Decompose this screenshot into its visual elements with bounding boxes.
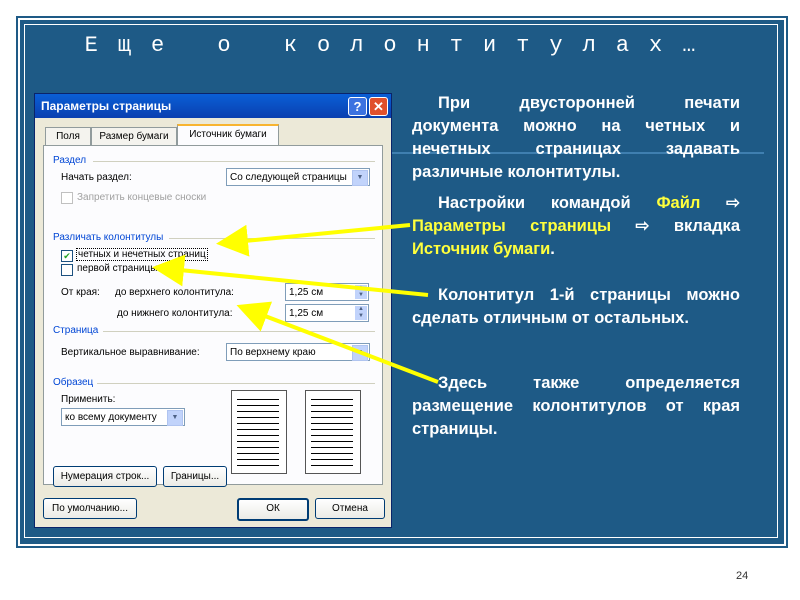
select-value: По верхнему краю — [230, 347, 316, 358]
paragraph-duplex: При двусторонней печати документа можно … — [412, 92, 740, 184]
spin-up-icon[interactable]: ▲ — [355, 285, 367, 292]
chevron-down-icon: ▼ — [167, 410, 183, 426]
spin-value: 1,25 см — [289, 287, 324, 298]
default-button[interactable]: По умолчанию... — [43, 498, 137, 519]
cancel-button[interactable]: Отмена — [315, 498, 385, 519]
paragraph-settings: Настройки командой Файл ⇨ Параметры стра… — [412, 192, 740, 261]
preview-page-right — [305, 390, 361, 474]
spin-down-icon[interactable]: ▼ — [355, 292, 367, 299]
header-distance-label: до верхнего колонтитула: — [115, 287, 234, 298]
page-setup-dialog: Параметры страницы ? ✕ Поля Размер бумаг… — [34, 93, 392, 528]
arrow-glyph-2: ⇨ вкладка — [611, 217, 740, 235]
close-icon[interactable]: ✕ — [369, 97, 388, 116]
section-title: Различать колонтитулы — [53, 232, 164, 243]
borders-button[interactable]: Границы... — [163, 466, 227, 487]
ok-button[interactable]: ОК — [237, 498, 309, 521]
paragraph-text: При двусторонней печати документа можно … — [412, 94, 740, 181]
help-icon[interactable]: ? — [348, 97, 367, 116]
odd-even-checkbox[interactable]: ✔ — [61, 250, 73, 262]
dialog-titlebar[interactable]: Параметры страницы ? ✕ — [35, 94, 391, 118]
apply-label: Применить: — [61, 394, 116, 405]
spin-value: 1,25 см — [289, 308, 324, 319]
section-start-label: Начать раздел: — [61, 172, 132, 183]
section-divider — [103, 331, 375, 332]
tab-margins[interactable]: Поля — [45, 127, 91, 145]
section-divider — [97, 383, 375, 384]
page-number: 24 — [736, 570, 749, 582]
footer-distance-label: до нижнего колонтитула: — [117, 308, 233, 319]
section-divider — [93, 161, 375, 162]
paper-source-highlight: Источник бумаги — [412, 240, 551, 258]
menu-file-highlight: Файл — [656, 194, 701, 212]
slide: Еще о колонтитулах… При двусторонней печ… — [0, 0, 800, 600]
first-page-label: первой страницы — [77, 263, 158, 274]
spin-down-icon[interactable]: ▼ — [355, 313, 367, 320]
select-value: Со следующей страницы — [230, 172, 347, 183]
tab-paper-source[interactable]: Источник бумаги — [177, 124, 279, 147]
slide-title: Еще о колонтитулах… — [84, 33, 716, 58]
from-edge-label: От края: — [61, 287, 100, 298]
paragraph-text: Здесь также определяется размещение коло… — [412, 374, 740, 438]
tab-paper-size[interactable]: Размер бумаги — [91, 127, 177, 145]
paragraph-text: Колонтитул 1-й страницы можно сделать от… — [412, 286, 740, 327]
vertical-align-select[interactable]: По верхнему краю ▼ — [226, 343, 370, 361]
dialog-title: Параметры страницы — [41, 99, 172, 113]
apply-select[interactable]: ко всему документу ▼ — [61, 408, 185, 426]
paragraph-edge-distance: Здесь также определяется размещение коло… — [412, 372, 740, 441]
paragraph-post: . — [550, 240, 555, 258]
first-page-checkbox[interactable] — [61, 264, 73, 276]
page-setup-highlight: Параметры страницы — [412, 217, 612, 235]
section-start-select[interactable]: Со следующей страницы ▼ — [226, 168, 370, 186]
select-value: ко всему документу — [65, 412, 157, 423]
line-numbers-button[interactable]: Нумерация строк... — [53, 466, 157, 487]
chevron-down-icon: ▼ — [352, 345, 368, 361]
paragraph-first-page: Колонтитул 1-й страницы можно сделать от… — [412, 284, 740, 330]
header-distance-input[interactable]: 1,25 см ▲ ▼ — [285, 283, 369, 301]
section-title: Страница — [53, 325, 99, 336]
section-title: Раздел — [53, 155, 87, 166]
arrow-glyph-1: ⇨ — [700, 194, 740, 212]
footer-distance-input[interactable]: 1,25 см ▲ ▼ — [285, 304, 369, 322]
suppress-endnotes-label: Запретить концевые сноски — [77, 192, 207, 203]
suppress-endnotes-checkbox[interactable] — [61, 192, 73, 204]
section-title: Образец — [53, 377, 94, 388]
spin-up-icon[interactable]: ▲ — [355, 306, 367, 313]
odd-even-label: четных и нечетных страниц — [76, 248, 208, 261]
paragraph-pre: Настройки командой — [438, 194, 657, 212]
preview-page-left — [231, 390, 287, 474]
vertical-align-label: Вертикальное выравнивание: — [61, 347, 200, 358]
chevron-down-icon: ▼ — [352, 170, 368, 186]
section-divider — [169, 238, 375, 239]
